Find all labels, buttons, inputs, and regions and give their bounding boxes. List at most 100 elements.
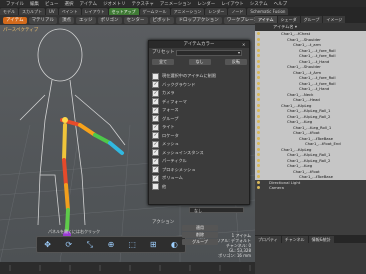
selection-mode-button[interactable]: ポリゴン [97, 16, 122, 24]
menu-item[interactable]: レイアウト [221, 1, 244, 7]
mode-tab[interactable]: モデル [0, 8, 18, 15]
checkbox-row[interactable]: ✓ ディフォーマ [152, 98, 247, 107]
mode-tab[interactable]: レンダー [205, 8, 228, 15]
checkbox-row[interactable]: ✓ ロケータ [152, 132, 247, 141]
selection-mode-button[interactable]: センター [123, 16, 148, 24]
menu-item[interactable]: 選択 [65, 1, 74, 7]
column-header[interactable]: アイテム名 ▾ [273, 24, 297, 29]
checkbox[interactable]: ✓ [152, 166, 159, 174]
visibility-icon[interactable] [257, 153, 260, 156]
menu-item[interactable]: システム [250, 1, 268, 7]
toggle-all-button[interactable]: なし [188, 59, 211, 65]
apply-button[interactable]: 適用 [182, 225, 218, 231]
list-item[interactable]: Camera [255, 185, 366, 191]
snap-icon[interactable]: ⊞ [148, 240, 158, 250]
checkbox-row[interactable]: 現在選択中のアイテムに制限 [152, 72, 247, 81]
menu-item[interactable]: ファイル [6, 1, 24, 7]
checkbox[interactable]: ✓ [152, 157, 159, 165]
visibility-icon[interactable] [257, 37, 260, 41]
checkbox-row[interactable]: ✓ カメラ [152, 89, 247, 98]
checkbox-row[interactable]: ✓ プロキシメッシュ [152, 166, 247, 175]
transform-icon[interactable]: ⊕ [106, 240, 116, 250]
panel-tab[interactable]: グループ [300, 16, 323, 23]
properties-tab[interactable]: プロパティ [255, 236, 281, 243]
visibility-icon[interactable] [257, 87, 260, 90]
checkbox[interactable]: ✓ [152, 140, 159, 148]
checkbox-row[interactable]: ✓ ライト [152, 123, 247, 132]
item-list-header[interactable]: アイテム名 ▾ [255, 23, 366, 31]
move-icon[interactable]: ✥ [43, 240, 53, 250]
visibility-icon[interactable] [257, 109, 260, 112]
select-icon[interactable]: ⬚ [127, 240, 137, 250]
selection-mode-button[interactable]: エッジ [76, 16, 96, 24]
properties-tab[interactable]: チャンネル [281, 236, 308, 243]
visibility-icon[interactable] [257, 81, 260, 85]
panel-tab[interactable]: アイテム [255, 16, 277, 23]
properties-tab[interactable]: 情報&統計 [308, 236, 334, 243]
menu-item[interactable]: ビュー [45, 1, 59, 7]
falloff-icon[interactable]: ◐ [169, 240, 179, 250]
visibility-icon[interactable] [257, 136, 260, 140]
visibility-icon[interactable] [257, 76, 260, 79]
checkbox[interactable]: ✓ [152, 106, 159, 114]
checkbox-row[interactable]: ✓ バックグラウンド [152, 81, 247, 90]
visibility-icon[interactable] [257, 54, 260, 57]
remove-button[interactable]: 削除 [182, 232, 218, 238]
checkbox[interactable] [152, 72, 159, 80]
menu-item[interactable]: ヘルプ [274, 1, 288, 7]
visibility-icon[interactable] [257, 65, 260, 68]
checkbox-row[interactable]: ✓ パーティクル [152, 157, 247, 166]
checkbox[interactable]: ✓ [152, 174, 159, 182]
visibility-icon[interactable] [257, 98, 260, 101]
checkbox-row[interactable]: ✓ フォース [152, 106, 247, 115]
preset-dropdown[interactable]: ▾ [176, 50, 242, 56]
visibility-icon[interactable] [257, 114, 260, 118]
visibility-icon[interactable] [257, 169, 260, 173]
timeline[interactable] [0, 262, 255, 274]
panel-tab[interactable]: イメージ [323, 16, 346, 23]
mode-tab[interactable]: ゲームツール [139, 8, 170, 15]
checkbox[interactable]: ✓ [152, 89, 159, 97]
visibility-icon[interactable] [257, 131, 260, 134]
checkbox-row[interactable]: ✓ メッシュインスタンス [152, 149, 247, 158]
selection-mode-button[interactable]: アイテム [3, 16, 27, 24]
visibility-icon[interactable] [257, 186, 260, 189]
visibility-icon[interactable] [257, 175, 260, 178]
visibility-icon[interactable] [257, 125, 260, 129]
selection-mode-button[interactable]: マテリアル [28, 16, 58, 24]
mode-tab[interactable]: セットアップ [108, 8, 139, 15]
checkbox-row[interactable]: 他 [152, 183, 247, 192]
menu-item[interactable]: 編集 [30, 1, 39, 7]
scale-icon[interactable]: ⤡ [85, 240, 95, 250]
menu-item[interactable]: テクスチャ [132, 1, 154, 7]
selection-mode-button[interactable]: 頂点 [59, 16, 75, 24]
mode-tab[interactable]: UV [46, 8, 58, 15]
item-list[interactable]: Char1_...fChest Char1_...Shoulder Char1_..… [255, 31, 366, 235]
visibility-icon[interactable] [257, 180, 260, 184]
checkbox-row[interactable]: ✓ ボリューム [152, 174, 247, 183]
panel-tab[interactable]: シェーダ [277, 16, 300, 23]
color-dropdown[interactable]: なし [189, 207, 244, 213]
toggle-all-button[interactable]: 全て [152, 59, 174, 65]
checkbox[interactable]: ✓ [152, 81, 159, 89]
visibility-icon[interactable] [257, 120, 260, 123]
checkbox-row[interactable]: ✓ グループ [152, 115, 247, 124]
selection-mode-button[interactable]: ドロップアクション [175, 16, 222, 24]
rotate-icon[interactable]: ⟳ [64, 240, 74, 250]
checkbox[interactable]: ✓ [152, 149, 159, 157]
visibility-icon[interactable] [257, 48, 260, 52]
mode-tab[interactable]: レイアウト [81, 8, 108, 15]
checkbox[interactable]: ✓ [152, 98, 159, 106]
selection-mode-button[interactable]: ピボット [149, 16, 174, 24]
toggle-all-button[interactable]: 反転 [225, 59, 247, 65]
visibility-icon[interactable] [257, 164, 260, 167]
visibility-icon[interactable] [257, 103, 260, 107]
visibility-icon[interactable] [257, 59, 260, 63]
checkbox[interactable]: ✓ [152, 115, 159, 123]
menu-item[interactable]: アイテム [80, 1, 98, 7]
checkbox[interactable] [152, 183, 159, 191]
group-button[interactable]: グループ [182, 239, 218, 245]
mode-tab[interactable]: ペイント [58, 8, 81, 15]
visibility-icon[interactable] [257, 43, 260, 46]
visibility-icon[interactable] [257, 92, 260, 96]
